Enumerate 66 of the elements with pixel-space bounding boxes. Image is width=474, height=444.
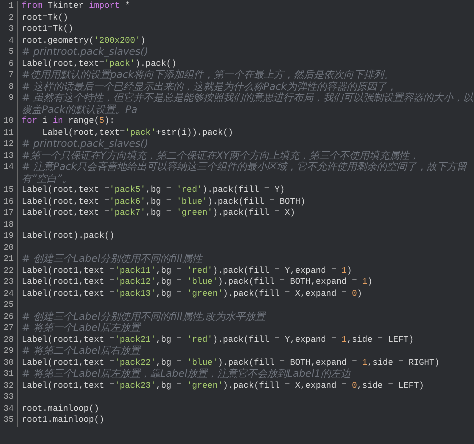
code-line: #第一个只保证在Y方向填充，第二个保证在XY两个方向上填充，第三个不使用填充属性， bbox=[22, 150, 420, 162]
code-line: Label(root1,text ='pack22',bg = 'blue').pack(fill = BOTH,expand = 1,side = RIGHT) bbox=[22, 358, 441, 368]
code-line: root1.mainloop() bbox=[22, 415, 106, 426]
line-number: 2 bbox=[0, 12, 18, 24]
line-number: 32 bbox=[0, 380, 18, 392]
code-line: # 注意Pack只会吝啬地给出可以容纳这三个组件的最小区域，它不允许使用剩余的空间了，故下方留有“空白”。 bbox=[22, 162, 468, 185]
code-line: # 将第三个Label居左放置，靠Label放置，注意它不会放到Label1的左边 bbox=[22, 369, 352, 380]
line-number: 23 bbox=[0, 277, 18, 288]
code-line: Label(root1,text ='pack12',bg = 'blue').pack(fill = BOTH,expand = 1) bbox=[22, 277, 374, 288]
code-line: # printroot.pack_slaves() bbox=[22, 47, 150, 58]
line-number: 6 bbox=[0, 58, 18, 70]
line-number: 19 bbox=[0, 231, 18, 242]
line-number: 22 bbox=[0, 266, 18, 277]
code-line: root=Tk() bbox=[22, 12, 70, 24]
code-line: Label(root,text ='pack6',bg = 'blue').pack(fill = BOTH) bbox=[22, 196, 307, 208]
line-number: 35 bbox=[0, 415, 18, 426]
line-number: 13 bbox=[0, 150, 18, 162]
code-line: Label(root,text='pack').pack() bbox=[22, 58, 178, 70]
line-number: 7 bbox=[0, 70, 18, 82]
line-number: 28 bbox=[0, 334, 18, 346]
code-line: root1=Tk() bbox=[22, 24, 75, 36]
line-number: 10 bbox=[0, 116, 18, 128]
line-number: 33 bbox=[0, 392, 18, 404]
code-line: # 创建三个Label分别使用不同的fill属性 bbox=[22, 254, 204, 266]
line-number: 16 bbox=[0, 196, 18, 208]
line-number: 20 bbox=[0, 242, 18, 254]
line-number: 17 bbox=[0, 208, 18, 220]
code-line: # 将第一个Label居左放置 bbox=[22, 323, 142, 334]
code-line: # 虽然有这个特性，但它并不是总是能够按照我们的意思进行布局，我们可以强制设置容器的大小，以覆盖Pack的默认设置。Pa bbox=[22, 93, 474, 116]
code-line: Label(root1,text ='pack13',bg = 'green').pack(fill = X,expand = 0) bbox=[22, 288, 364, 300]
line-number: 31 bbox=[0, 369, 18, 380]
code-line: # 这样的话最后一个已经显示出来的，这就是为什么称Pack为弹性的容器的原因了， bbox=[22, 82, 398, 92]
line-number: 27 bbox=[0, 323, 18, 334]
line-number: 4 bbox=[0, 36, 18, 47]
code-line: Label(root1,text ='pack23',bg = 'green').pack(fill = X,expand = 0,side = LEFT) bbox=[22, 380, 426, 392]
line-number: 29 bbox=[0, 346, 18, 358]
line-number: 8 bbox=[0, 82, 18, 93]
code-line: for i in range(5): bbox=[22, 116, 116, 128]
code-line: Label(root,text='pack'+str(i)).pack() bbox=[42, 128, 234, 139]
line-number: 15 bbox=[0, 185, 18, 196]
code-line: # 创建三个Label分别使用不同的fill属性,改为水平放置 bbox=[22, 312, 268, 322]
line-number: 30 bbox=[0, 358, 18, 369]
line-number: 9 bbox=[0, 93, 18, 116]
code-line: Label(root).pack() bbox=[22, 231, 116, 242]
line-number: 26 bbox=[0, 312, 18, 323]
code-line: Label(root1,text ='pack21',bg = 'red').pack(fill = Y,expand = 1,side = LEFT) bbox=[22, 334, 415, 346]
line-number: 12 bbox=[0, 139, 18, 150]
code-line: root.mainloop() bbox=[22, 404, 100, 415]
code-line: # 将第二个Label居右放置 bbox=[22, 346, 142, 358]
code-line: # printroot.pack_slaves() bbox=[22, 139, 150, 150]
line-number: 25 bbox=[0, 300, 18, 312]
code-line: Label(root1,text ='pack11',bg = 'red').pack(fill = Y,expand = 1) bbox=[22, 266, 354, 277]
code-line: root.geometry('200x200') bbox=[22, 36, 147, 47]
line-number: 3 bbox=[0, 24, 18, 36]
line-number: 5 bbox=[0, 47, 18, 58]
line-number: 24 bbox=[0, 288, 18, 300]
line-number: 14 bbox=[0, 162, 18, 185]
line-number: 18 bbox=[0, 220, 18, 231]
line-number: 34 bbox=[0, 404, 18, 415]
line-number: 1 bbox=[0, 1, 18, 12]
line-number: 11 bbox=[0, 128, 18, 139]
code-line: Label(root,text ='pack7',bg = 'green').pack(fill = X) bbox=[22, 208, 296, 220]
code-line: from Tkinter import * bbox=[22, 1, 132, 12]
line-number: 21 bbox=[0, 254, 18, 266]
code-line: Label(root,text ='pack5',bg = 'red').pack(fill = Y) bbox=[22, 185, 286, 196]
code-line: #使用用默认的设置pack将向下添加组件，第一个在最上方，然后是依次向下排列。 bbox=[22, 70, 396, 82]
